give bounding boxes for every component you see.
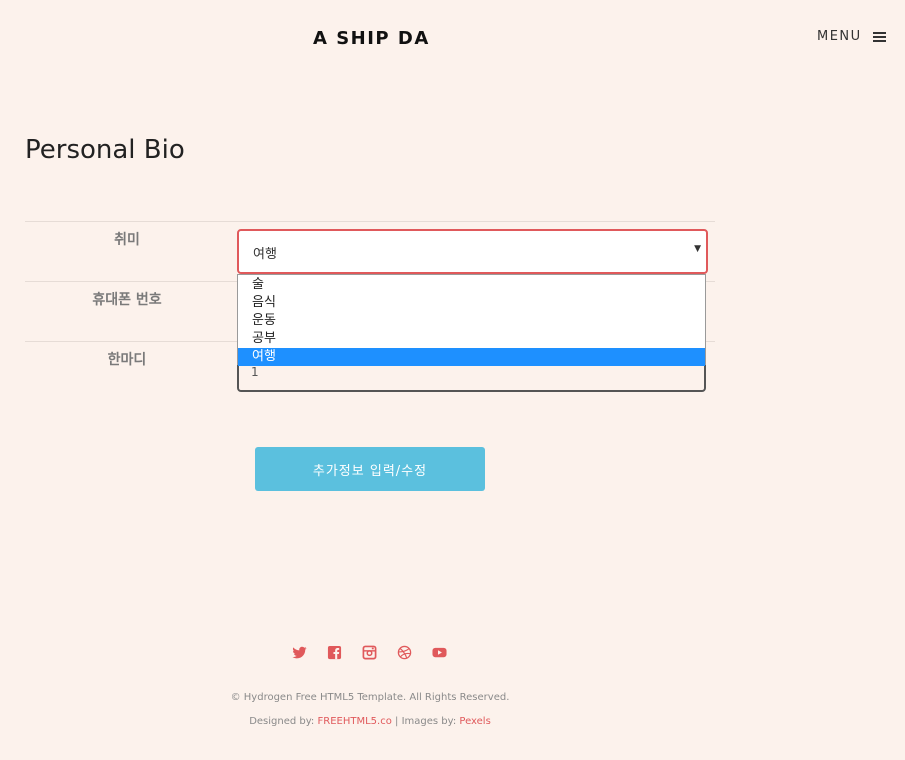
dropdown-arrow-icon: ▼ <box>694 244 701 254</box>
designed-by-label: Designed by: <box>249 716 315 727</box>
hobby-option-food[interactable]: 음식 <box>238 294 705 312</box>
menu-label: MENU <box>817 29 862 44</box>
twitter-icon[interactable] <box>292 645 307 660</box>
page-title: Personal Bio <box>25 135 185 165</box>
images-link[interactable]: Pexels <box>459 716 490 727</box>
phone-label: 휴대폰 번호 <box>92 292 162 308</box>
instagram-icon[interactable] <box>362 645 377 660</box>
footer-credits: Designed by: FREEHTML5.co | Images by: P… <box>0 716 740 727</box>
comment-value: 1 <box>251 365 259 379</box>
menu-button[interactable]: MENU <box>817 29 886 44</box>
hobby-option-exercise[interactable]: 운동 <box>238 312 705 330</box>
row-divider <box>25 221 715 222</box>
hobby-label: 취미 <box>114 232 140 248</box>
social-links <box>292 645 447 660</box>
hobby-selected-value: 여행 <box>253 247 277 262</box>
footer-copyright: © Hydrogen Free HTML5 Template. All Righ… <box>230 692 510 703</box>
hobby-select[interactable]: 여행 ▼ <box>237 229 708 274</box>
dribbble-icon[interactable] <box>397 645 412 660</box>
images-by-label: Images by: <box>401 716 457 727</box>
site-logo[interactable]: A SHIP DA <box>313 28 430 49</box>
hobby-option-alcohol[interactable]: 술 <box>238 276 705 294</box>
hobby-option-travel[interactable]: 여행 <box>238 348 705 366</box>
hamburger-icon <box>872 31 886 42</box>
designer-link[interactable]: FREEHTML5.co <box>318 716 392 727</box>
credits-separator: | <box>395 716 399 727</box>
hobby-option-study[interactable]: 공부 <box>238 330 705 348</box>
facebook-icon[interactable] <box>327 645 342 660</box>
comment-label: 한마디 <box>107 352 147 368</box>
submit-button[interactable]: 추가정보 입력/수정 <box>255 447 485 491</box>
hobby-options-list: 술 음식 운동 공부 여행 <box>237 274 706 366</box>
youtube-icon[interactable] <box>432 645 447 660</box>
